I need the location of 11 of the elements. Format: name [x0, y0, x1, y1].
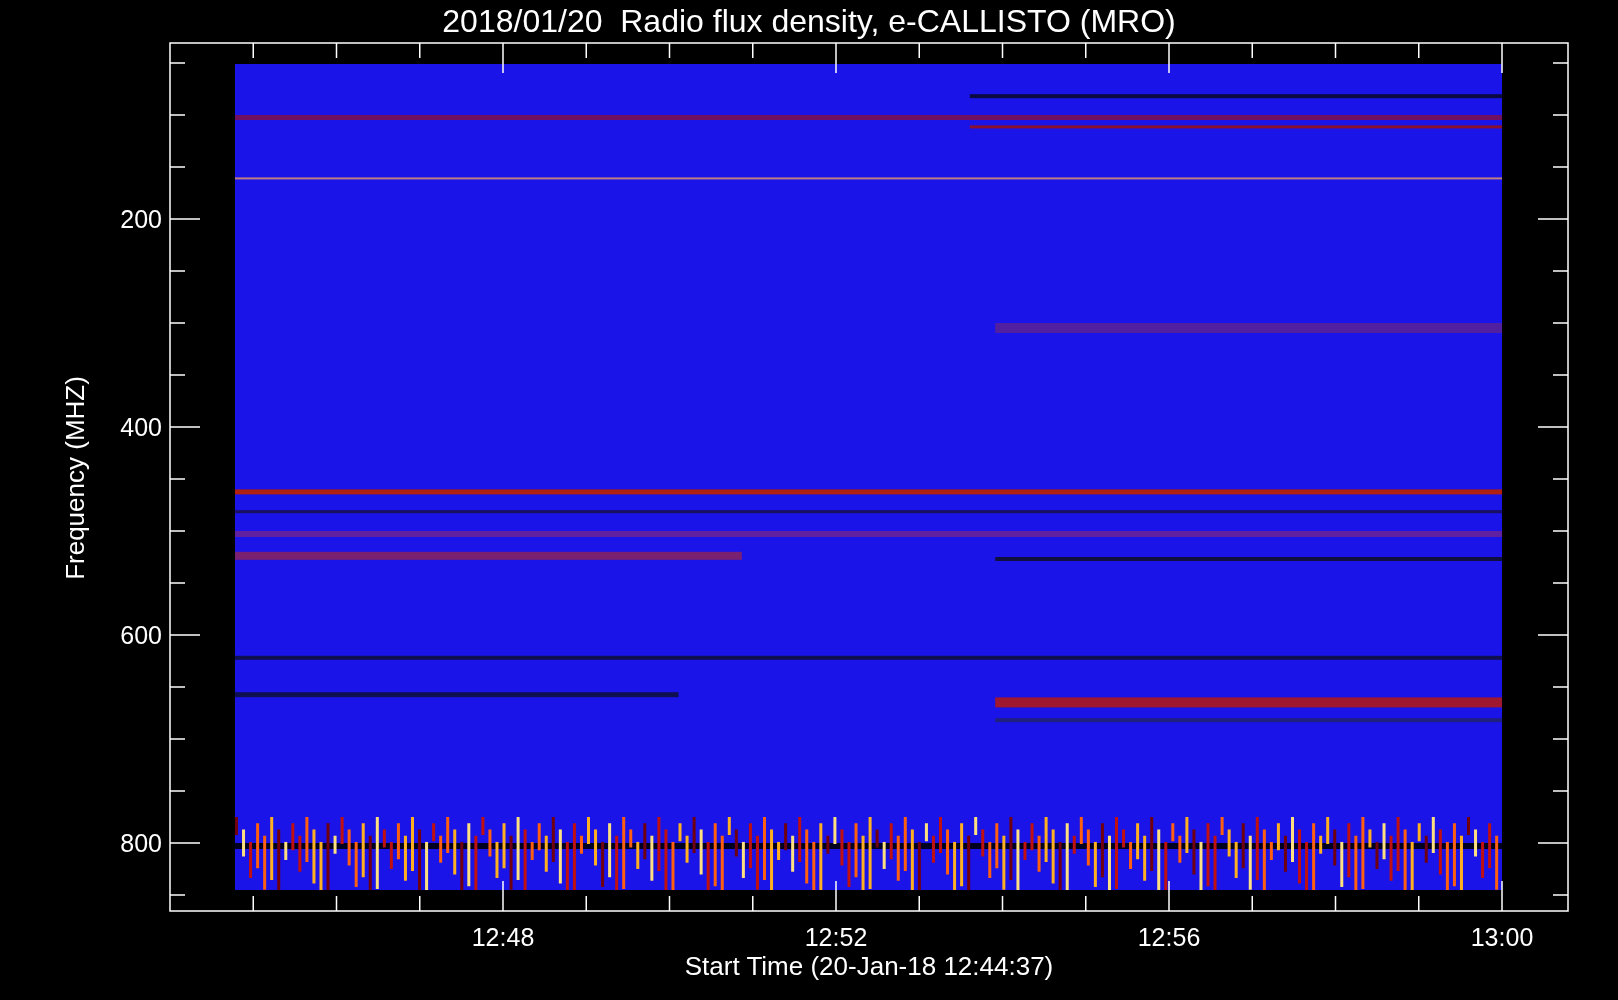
x-tick-label: 12:56 [1137, 923, 1201, 951]
x-tick-label: 12:52 [804, 923, 868, 951]
y-tick-label: 800 [120, 829, 162, 857]
y-tick-label: 600 [120, 621, 162, 649]
x-tick-label: 13:00 [1470, 923, 1534, 951]
x-tick-label: 12:48 [471, 923, 535, 951]
y-tick-label: 200 [120, 205, 162, 233]
x-axis-label: Start Time (20-Jan-18 12:44:37) [684, 951, 1054, 981]
plot-title: 2018/01/20 Radio flux density, e-CALLISTO (MRO) [442, 3, 1176, 39]
y-axis-label: Frequency (MHZ) [60, 376, 90, 580]
y-tick-label: 400 [120, 413, 162, 441]
